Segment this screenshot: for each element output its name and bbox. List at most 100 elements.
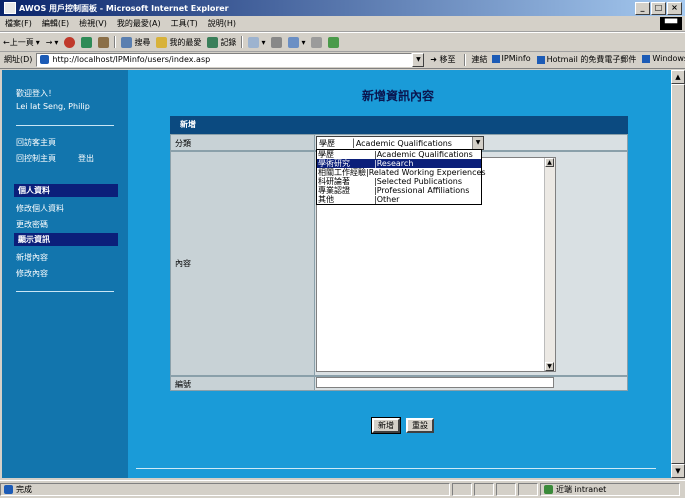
maximize-button[interactable]: □ <box>651 1 666 15</box>
search-icon <box>121 36 133 48</box>
user-name: Lei Iat Seng, Philip <box>16 102 90 111</box>
sidebar-divider <box>16 291 114 292</box>
intranet-zone-icon <box>544 485 553 494</box>
sidebar-link-logout[interactable]: 登出 <box>78 153 94 164</box>
discuss-icon <box>311 36 323 48</box>
forward-button[interactable]: → ▾ <box>43 38 62 47</box>
dropdown-option[interactable]: 專業認證 |Professional Affiliations <box>317 186 481 195</box>
window-title-bar[interactable]: AWOS 用戶控制面板 - Microsoft Internet Explore… <box>0 0 685 16</box>
sidebar-link-change-password[interactable]: 更改密碼 <box>16 219 48 230</box>
menu-tools[interactable]: 工具(T) <box>166 18 203 29</box>
menu-favorites[interactable]: 我的最愛(A) <box>112 18 166 29</box>
category-select-value: 學歷 │Academic Qualifications <box>319 138 452 148</box>
back-button[interactable]: ←上一頁 ▾ <box>0 37 43 48</box>
links-label[interactable]: 連結 <box>468 54 492 65</box>
menu-help[interactable]: 說明(H) <box>203 18 241 29</box>
menu-bar: 檔案(F) 編輯(E) 檢視(V) 我的最愛(A) 工具(T) 說明(H) <box>0 16 685 32</box>
dropdown-option[interactable]: 其他 |Other <box>317 195 481 204</box>
form-header: 新增 <box>170 116 628 134</box>
sidebar: 歡迎登入！ Lei Iat Seng, Philip 回訪客主頁 回控制主頁 登… <box>2 70 128 478</box>
zone-text: 近端 intranet <box>556 485 607 494</box>
option-zh-label: 學歷 <box>318 150 334 159</box>
history-button[interactable]: 記錄 <box>204 36 239 48</box>
refresh-button[interactable] <box>78 36 95 48</box>
content-label: 內容 <box>175 259 191 268</box>
history-label: 記錄 <box>220 37 237 47</box>
textarea-scrollbar[interactable]: ▲ ▼ <box>544 158 555 371</box>
stop-icon <box>64 36 76 48</box>
mail-icon <box>248 36 260 48</box>
home-button[interactable] <box>95 36 112 48</box>
link-windows[interactable]: Windows <box>642 54 685 65</box>
address-field[interactable]: http://localhost/IPMinfo/users/index.asp <box>36 52 413 67</box>
minimize-button[interactable]: _ <box>635 1 650 15</box>
address-separator <box>463 53 466 66</box>
history-icon <box>207 36 219 48</box>
sidebar-section-display: 顯示資訊 <box>14 233 118 246</box>
refresh-icon <box>81 36 93 48</box>
menu-view[interactable]: 檢視(V) <box>74 18 112 29</box>
address-dropdown-button[interactable]: ▼ <box>412 52 425 67</box>
scroll-up-arrow-icon[interactable]: ▲ <box>545 158 554 167</box>
order-input[interactable] <box>316 377 554 388</box>
status-panel <box>474 483 494 496</box>
option-en-label: |Other <box>374 195 400 204</box>
add-button[interactable]: 新增 <box>371 417 401 434</box>
sidebar-link-edit-content[interactable]: 修改內容 <box>16 268 48 279</box>
order-label: 編號 <box>175 380 191 389</box>
print-button[interactable] <box>268 36 285 48</box>
option-en-label: |Professional Affiliations <box>374 186 470 195</box>
link-hotmail[interactable]: Hotmail 的免費電子郵件 <box>537 54 637 65</box>
stop-button[interactable] <box>61 36 78 48</box>
edit-icon <box>288 36 300 48</box>
page-scroll-thumb[interactable] <box>671 84 685 464</box>
search-button[interactable]: 搜尋 <box>118 36 153 48</box>
print-icon <box>271 36 283 48</box>
category-select[interactable]: 學歷 │Academic Qualifications ▼ <box>316 136 484 150</box>
window-title: AWOS 用戶控制面板 - Microsoft Internet Explore… <box>19 3 229 13</box>
forward-label: → <box>45 37 53 47</box>
menu-edit[interactable]: 編輯(E) <box>37 18 74 29</box>
messenger-button[interactable] <box>325 36 342 48</box>
dropdown-option[interactable]: 學術研究 |Research <box>317 159 481 168</box>
dropdown-option[interactable]: 學歷 |Academic Qualifications <box>317 150 481 159</box>
sidebar-link-visitor-home[interactable]: 回訪客主頁 <box>16 137 56 148</box>
category-dropdown-list[interactable]: 學歷 |Academic Qualifications 學術研究 |Research 相… <box>316 149 486 205</box>
reset-button[interactable]: 重設 <box>406 418 434 433</box>
status-main: 完成 <box>0 483 450 496</box>
status-zone: 近端 intranet <box>540 483 680 496</box>
chevron-down-icon[interactable]: ▼ <box>472 137 483 149</box>
status-panel <box>518 483 538 496</box>
scroll-down-arrow-icon[interactable]: ▼ <box>545 362 554 371</box>
link-ipminfo[interactable]: IPMinfo <box>492 54 531 65</box>
favorites-button[interactable]: 我的最愛 <box>153 36 204 48</box>
sidebar-link-edit-profile[interactable]: 修改個人資料 <box>16 203 64 214</box>
page-scrollbar[interactable]: ▲ ▼ <box>671 70 685 478</box>
page-scroll-up-icon[interactable]: ▲ <box>671 70 685 84</box>
go-label: 移至 <box>439 55 456 64</box>
option-zh-label: 學術研究 <box>318 159 350 168</box>
ie-app-icon[interactable] <box>4 2 16 14</box>
dropdown-option[interactable]: 科研論著 |Selected Publications <box>317 177 481 186</box>
page-title: 新增資訊內容 <box>362 89 435 103</box>
address-bar: 網址(D) http://localhost/IPMinfo/users/ind… <box>0 51 685 69</box>
page-scroll-down-icon[interactable]: ▼ <box>671 464 685 478</box>
toolbar-separator <box>114 36 117 48</box>
sidebar-link-control-home[interactable]: 回控制主頁 <box>16 153 56 164</box>
search-label: 搜尋 <box>134 37 151 47</box>
edit-button[interactable]: ▾ <box>285 36 308 48</box>
discuss-button[interactable] <box>308 36 325 48</box>
option-zh-label: 相關工作經驗 <box>318 168 366 177</box>
sidebar-link-add-content[interactable]: 新增內容 <box>16 252 48 263</box>
home-icon <box>98 36 110 48</box>
option-zh-label: 科研論著 <box>318 177 350 186</box>
mail-button[interactable]: ▾ <box>245 36 268 48</box>
close-button[interactable]: × <box>667 1 682 15</box>
option-en-label: |Related Working Experiences <box>366 168 486 177</box>
status-panel <box>452 483 472 496</box>
favorites-label: 我的最愛 <box>169 37 202 47</box>
dropdown-option[interactable]: 相關工作經驗 |Related Working Experiences <box>317 168 486 177</box>
go-button[interactable]: ➜ 移至 <box>424 54 461 65</box>
menu-file[interactable]: 檔案(F) <box>0 18 37 29</box>
option-en-label: |Academic Qualifications <box>374 150 473 159</box>
